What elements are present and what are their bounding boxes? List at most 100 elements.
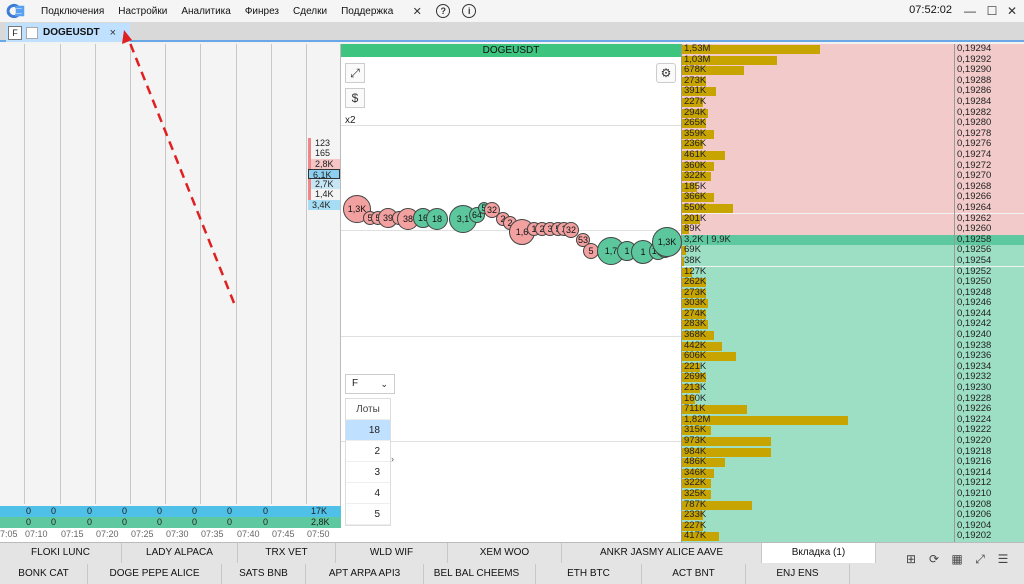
menu-analytics[interactable]: Аналитика: [174, 6, 238, 17]
lots-item[interactable]: 2: [346, 441, 390, 462]
instrument-tab[interactable]: APT ARPA API3: [306, 564, 424, 584]
book-row-bg: [681, 277, 954, 288]
time-label: 07:15: [61, 529, 84, 539]
book-volume: 325K: [684, 488, 707, 500]
book-row-bg: [681, 266, 954, 278]
book-row-bg: [681, 171, 954, 182]
add-chart-icon[interactable]: ⤢: [972, 551, 988, 567]
tab-image-icon: [26, 26, 38, 39]
refresh-icon[interactable]: ⟳: [926, 551, 942, 567]
book-volume: 38K: [684, 254, 701, 266]
maximize-icon[interactable]: ☐: [984, 3, 1000, 19]
volume-cell: 0: [227, 506, 233, 516]
instrument-tabs: FLOKI LUNC LADY ALPACA TRX VET WLD WIF XEM W…: [0, 542, 1024, 584]
lots-item[interactable]: 5: [346, 504, 390, 525]
time-axis: 7:05 07:10 07:15 07:20 07:25 07:30 07:35 07:40 0…: [0, 528, 341, 542]
add-tab-icon[interactable]: ⊞: [903, 551, 919, 567]
help-icon[interactable]: ?: [436, 4, 451, 18]
time-label: 07:20: [96, 529, 119, 539]
book-row-bg: [681, 245, 954, 256]
volume-cell: 0: [192, 506, 198, 516]
tab-close-icon[interactable]: ×: [110, 27, 116, 39]
chevron-right-icon[interactable]: ›: [391, 454, 394, 464]
instrument-tab[interactable]: Вкладка (1): [762, 543, 876, 563]
info-icon[interactable]: i: [462, 4, 477, 18]
book-volume: 550K: [684, 201, 707, 213]
dollar-icon[interactable]: $: [345, 88, 365, 108]
order-book[interactable]: 1,53M 0,19294 1,03M 0,19292 678K 0,19290 273K 0…: [681, 43, 1024, 542]
bottom-toolbar: ⊞ ⟳ ▦ ⤢ ☰: [903, 551, 1018, 567]
instrument-tab[interactable]: ETH BTC: [536, 564, 642, 584]
list-icon[interactable]: ☰: [995, 551, 1011, 567]
book-price: 0,19294: [957, 43, 992, 54]
book-row-bg: [681, 330, 954, 341]
book-price: 0,19230: [957, 382, 992, 394]
time-grid-line: [165, 44, 166, 504]
instrument-tab[interactable]: XEM WOO: [448, 543, 562, 563]
menu-trades[interactable]: Сделки: [286, 6, 334, 17]
book-row-bg: [681, 319, 954, 331]
settings-gear-icon[interactable]: ⚙: [656, 63, 676, 83]
instrument-tab[interactable]: ACT BNT: [642, 564, 746, 584]
book-row[interactable]: 973K 0,19220: [681, 436, 1024, 447]
book-row-bg: [681, 139, 954, 150]
instrument-tab[interactable]: TRX VET: [238, 543, 336, 563]
app-logo: [6, 3, 26, 19]
instrument-tab[interactable]: FLOKI LUNC: [0, 543, 122, 563]
volume-cell: 0: [51, 506, 57, 516]
grid-line: [341, 441, 681, 442]
book-row[interactable]: 550K 0,19264: [681, 201, 1024, 214]
instrument-tab[interactable]: BONK CAT: [0, 564, 88, 584]
book-row-bg: [681, 86, 954, 97]
time-label: 07:30: [166, 529, 189, 539]
book-row[interactable]: 38K 0,19254: [681, 254, 1024, 267]
instrument-tab[interactable]: DOGE PEPE ALICE: [88, 564, 222, 584]
menu-finrez[interactable]: Финрез: [238, 6, 286, 17]
instrument-tab[interactable]: BEL BAL CHEEMS: [418, 564, 536, 584]
history-chart[interactable]: 0 0 0 0 0 0 0 0 17K 0 0 0 0 0 0 0 0 2,8K 7:05 07:10 07:15 0…: [0, 44, 341, 542]
lots-item[interactable]: 4: [346, 483, 390, 504]
chart-settings-icon[interactable]: ▦: [949, 551, 965, 567]
cluster-ladder: 123 165 2,8K 6,1K 2,7K 1,4K 3,4K: [308, 138, 340, 211]
instrument-tab[interactable]: LADY ALPACA: [122, 543, 238, 563]
book-divider: [954, 44, 955, 542]
instrument-tab[interactable]: ENJ ENS: [746, 564, 850, 584]
book-row[interactable]: 1,53M 0,19294: [681, 43, 1024, 55]
book-row-bg: [681, 520, 954, 532]
volume-cell: 0: [157, 506, 163, 516]
tab-dogeusdt[interactable]: F DOGEUSDT ×: [6, 23, 130, 42]
volume-cell: 0: [122, 517, 128, 527]
book-row-bg: [681, 118, 954, 129]
time-label: 07:35: [201, 529, 224, 539]
menu-support[interactable]: Поддержка: [334, 6, 400, 17]
chart-add-icon[interactable]: ⤢: [345, 63, 365, 83]
filter-select[interactable]: F ⌄: [345, 374, 395, 394]
time-label: 07:40: [237, 529, 260, 539]
time-grid-line: [24, 44, 25, 504]
tab-label: DOGEUSDT: [43, 27, 100, 38]
time-grid-line: [95, 44, 96, 504]
minimize-icon[interactable]: —: [962, 3, 978, 19]
book-row-bg: [681, 181, 954, 193]
lots-item[interactable]: 18: [346, 420, 390, 441]
book-row-bg: [681, 383, 954, 394]
lots-item[interactable]: 3: [346, 462, 390, 483]
book-row[interactable]: 461K 0,19274: [681, 149, 1024, 161]
volume-cell: 0: [26, 506, 32, 516]
book-volume: 227K: [684, 95, 707, 107]
pin-off-icon[interactable]: ✕: [410, 4, 424, 18]
book-volume: 213K: [684, 382, 707, 394]
time-label: 07:10: [25, 529, 48, 539]
instrument-tab[interactable]: WLD WIF: [336, 543, 448, 563]
close-window-icon[interactable]: ✕: [1004, 3, 1020, 19]
book-row[interactable]: 325K 0,19210: [681, 489, 1024, 500]
instrument-tab[interactable]: ANKR JASMY ALICE AAVE: [562, 543, 762, 563]
book-row[interactable]: 417K 0,19202: [681, 531, 1024, 542]
menu-settings[interactable]: Настройки: [111, 6, 174, 17]
menu-connections[interactable]: Подключения: [34, 6, 111, 17]
time-label: 07:45: [272, 529, 295, 539]
instrument-tab[interactable]: SATS BNB: [222, 564, 306, 584]
tape-chart[interactable]: DOGEUSDT ⤢ $ ⚙ x2 1,3K553913816183,16453…: [341, 44, 682, 542]
book-row[interactable]: 227K 0,19284: [681, 95, 1024, 108]
book-volume: 1,53M: [684, 43, 711, 54]
